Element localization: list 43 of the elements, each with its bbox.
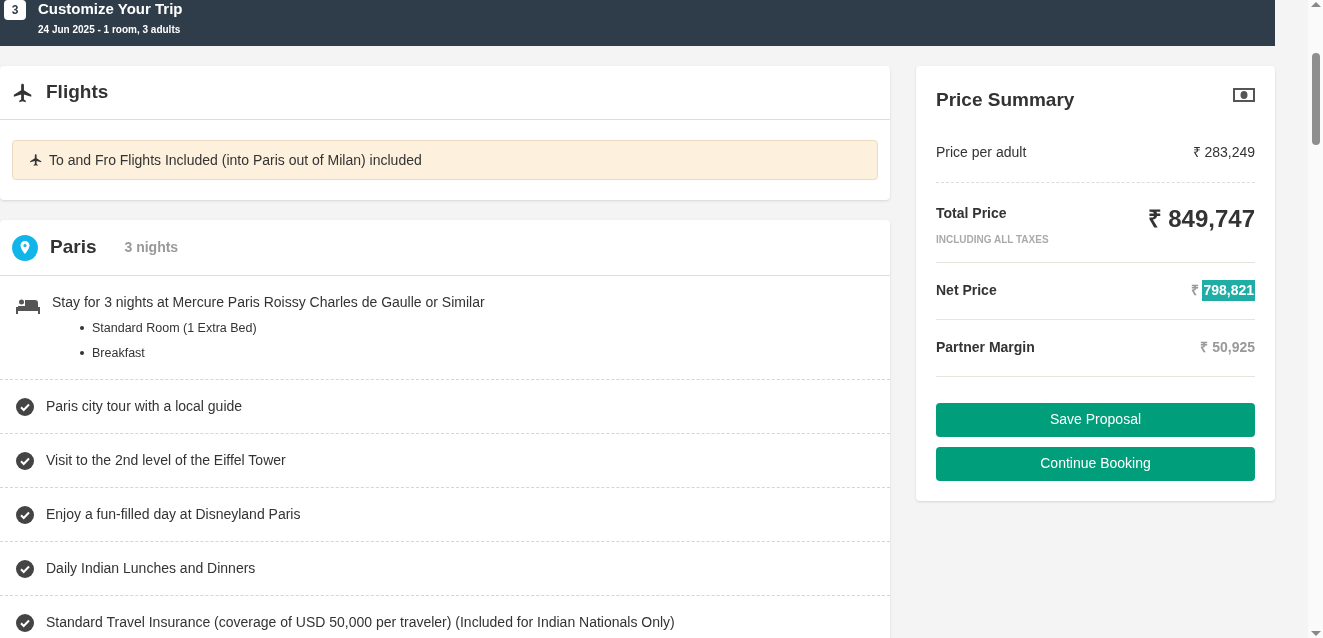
total-value: ₹ 849,747: [1147, 203, 1255, 234]
price-label: Partner Margin: [936, 338, 1035, 357]
currency-symbol: ₹: [1191, 281, 1200, 300]
item-text: Daily Indian Lunches and Dinners: [46, 558, 256, 578]
item-text: Standard Travel Insurance (coverage of USD 50,000 per traveler) (Included for Indian Nationals Only): [46, 612, 675, 632]
detail-text: Standard Room (1 Extra Bed): [92, 320, 257, 337]
item-text: Stay for 3 nights at Mercure Paris Roissy Charles de Gaulle or Similar: [52, 293, 485, 312]
step-number: 3: [4, 0, 26, 20]
check-circle-icon: [16, 451, 34, 470]
card-title: Price Summary: [936, 88, 1075, 112]
scroll-thumb[interactable]: [1311, 53, 1320, 145]
scroll-up-icon[interactable]: [1310, 2, 1321, 7]
price-value: 798,821: [1202, 280, 1255, 301]
detail-text: Breakfast: [92, 344, 145, 362]
price-value: ₹ 283,249: [1192, 142, 1255, 162]
price-label: Net Price: [936, 281, 997, 300]
price-label: Price per adult: [936, 142, 1027, 162]
notice-text: To and Fro Flights Included (into Paris out of Milan) included: [49, 150, 422, 170]
section-title: Flights: [46, 80, 109, 105]
check-circle-icon: [16, 613, 34, 632]
check-circle-icon: [16, 505, 34, 524]
scroll-down-icon[interactable]: [1310, 631, 1321, 636]
bullet-icon: [80, 351, 84, 356]
item-text: Visit to the 2nd level of the Eiffel Tower: [46, 450, 286, 470]
banknote-icon: [1233, 88, 1255, 102]
airplane-icon: [12, 81, 34, 104]
bullet-icon: [80, 326, 84, 331]
nights-count: 3 nights: [124, 238, 179, 257]
header-title: Customize Your Trip: [38, 0, 183, 18]
header-subtitle: 24 Jun 2025 - 1 room, 3 adults: [38, 23, 182, 37]
tax-note: INCLUDING ALL TAXES: [936, 232, 1049, 247]
check-circle-icon: [16, 559, 34, 578]
scrollbar[interactable]: [1308, 0, 1323, 638]
price-value: ₹ 50,925: [1200, 338, 1255, 357]
item-text: Paris city tour with a local guide: [46, 396, 243, 416]
save-button[interactable]: Save Proposal: [936, 402, 1255, 437]
airplane-icon: [29, 153, 43, 167]
continue-button[interactable]: Continue Booking: [936, 446, 1255, 481]
city-name: Paris: [50, 235, 97, 260]
price-label: Total Price: [936, 203, 1008, 223]
check-circle-icon: [16, 397, 34, 416]
item-text: Enjoy a fun-filled day at Disneyland Paris: [46, 504, 301, 524]
location-pin-icon: [12, 234, 38, 261]
